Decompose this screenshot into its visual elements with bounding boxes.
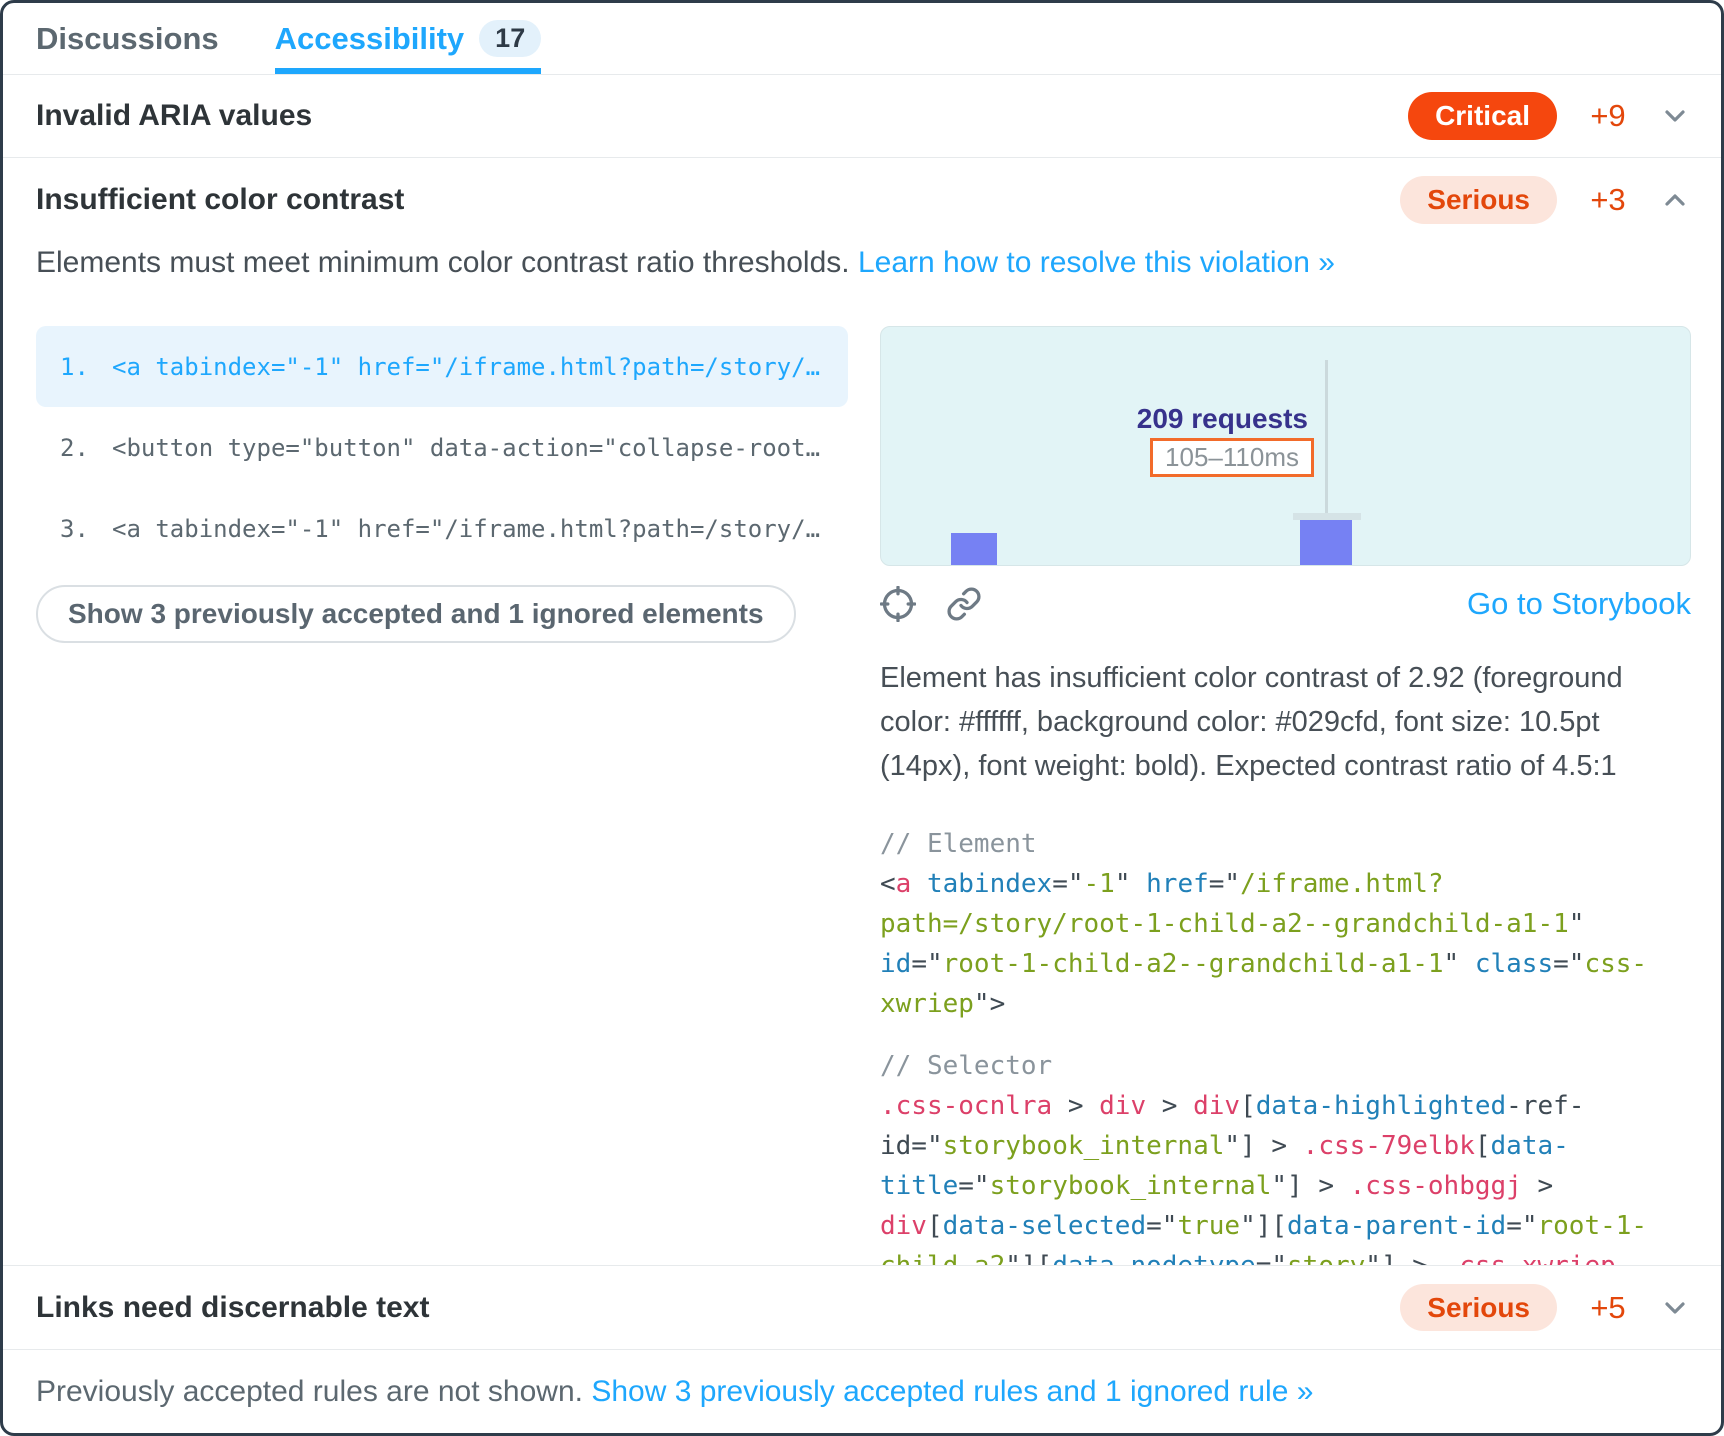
code-comment: // Selector [880,1046,1691,1086]
rule-title: Invalid ARIA values [36,99,1408,133]
bar-cap [1293,513,1361,520]
element-item-code: <a tabindex="-1" href="/iframe.html?path… [112,353,820,381]
tooltip-pointer-line [1325,360,1328,513]
selector-code-block: // Selector .css-ocnlra > div > div[data… [880,1046,1691,1265]
violating-elements-list: 1. <a tabindex="-1" href="/iframe.html?p… [36,326,848,1265]
violation-message: Element has insufficient color contrast … [880,656,1691,788]
rule-insufficient-color-contrast-header[interactable]: Insufficient color contrast Serious +3 [36,174,1691,226]
element-item-2[interactable]: 2. <button type="button" data-action="co… [36,407,848,488]
tab-discussions[interactable]: Discussions [36,3,219,74]
extra-count: +5 [1571,1290,1645,1326]
footer: Previously accepted rules are not shown.… [3,1349,1721,1433]
extra-count: +3 [1571,182,1645,218]
element-code: <a tabindex="-1" href="/iframe.html?path… [880,869,1647,1019]
chart-tooltip: 209 requests 105–110ms [1137,403,1314,477]
tab-accessibility-label: Accessibility [275,21,465,57]
element-item-number: 2. [60,434,112,462]
tab-accessibility[interactable]: Accessibility 17 [275,3,542,74]
code-comment: // Element [880,824,1691,864]
copy-link-icon[interactable] [946,586,982,622]
element-item-3[interactable]: 3. <a tabindex="-1" href="/iframe.html?p… [36,488,848,569]
show-accepted-elements-button[interactable]: Show 3 previously accepted and 1 ignored… [36,585,796,643]
resolve-violation-link[interactable]: Learn how to resolve this violation » [858,246,1335,279]
extra-count: +9 [1571,98,1645,134]
element-item-code: <button type="button" data-action="colla… [112,434,820,462]
highlighted-violation-element: 105–110ms [1150,438,1314,477]
show-accepted-rules-link[interactable]: Show 3 previously accepted rules and 1 i… [591,1375,1313,1409]
footer-text: Previously accepted rules are not shown. [36,1375,583,1409]
element-code-block: // Element <a tabindex="-1" href="/ifram… [880,824,1691,1024]
rule-description-text: Elements must meet minimum color contras… [36,246,858,279]
chevron-down-icon[interactable] [1659,1292,1691,1324]
rule-title: Insufficient color contrast [36,183,1400,217]
go-to-storybook-link[interactable]: Go to Storybook [1467,586,1691,622]
chart-bar [951,533,997,565]
element-item-number: 1. [60,353,112,381]
severity-badge-critical: Critical [1408,92,1557,140]
chart-bar [1300,520,1352,565]
rule-description: Elements must meet minimum color contras… [36,246,1691,280]
contrast-columns: 1. <a tabindex="-1" href="/iframe.html?p… [36,326,1691,1265]
rule-insufficient-color-contrast-section: Insufficient color contrast Serious +3 E… [3,158,1721,1265]
preview-actions: Go to Storybook [880,586,1691,622]
accessibility-count-badge: 17 [479,20,541,57]
accessibility-panel: Discussions Accessibility 17 Invalid ARI… [0,0,1724,1436]
rule-links-discernable-text[interactable]: Links need discernable text Serious +5 [3,1265,1721,1349]
tooltip-title: 209 requests [1137,403,1314,435]
rule-invalid-aria-values[interactable]: Invalid ARIA values Critical +9 [3,75,1721,158]
tab-bar: Discussions Accessibility 17 [3,3,1721,75]
severity-badge-serious: Serious [1400,1284,1557,1332]
element-item-number: 3. [60,515,112,543]
element-item-code: <a tabindex="-1" href="/iframe.html?path… [112,515,820,543]
element-detail-column: 209 requests 105–110ms [880,326,1691,1265]
selector-code: .css-ocnlra > div > div[data-highlighted… [880,1091,1647,1265]
severity-badge-serious: Serious [1400,176,1557,224]
story-preview-snapshot: 209 requests 105–110ms [880,326,1691,566]
chevron-down-icon[interactable] [1659,100,1691,132]
tab-discussions-label: Discussions [36,21,219,57]
locate-element-icon[interactable] [880,586,916,622]
rule-title: Links need discernable text [36,1291,1400,1325]
element-item-1[interactable]: 1. <a tabindex="-1" href="/iframe.html?p… [36,326,848,407]
chevron-up-icon[interactable] [1659,184,1691,216]
